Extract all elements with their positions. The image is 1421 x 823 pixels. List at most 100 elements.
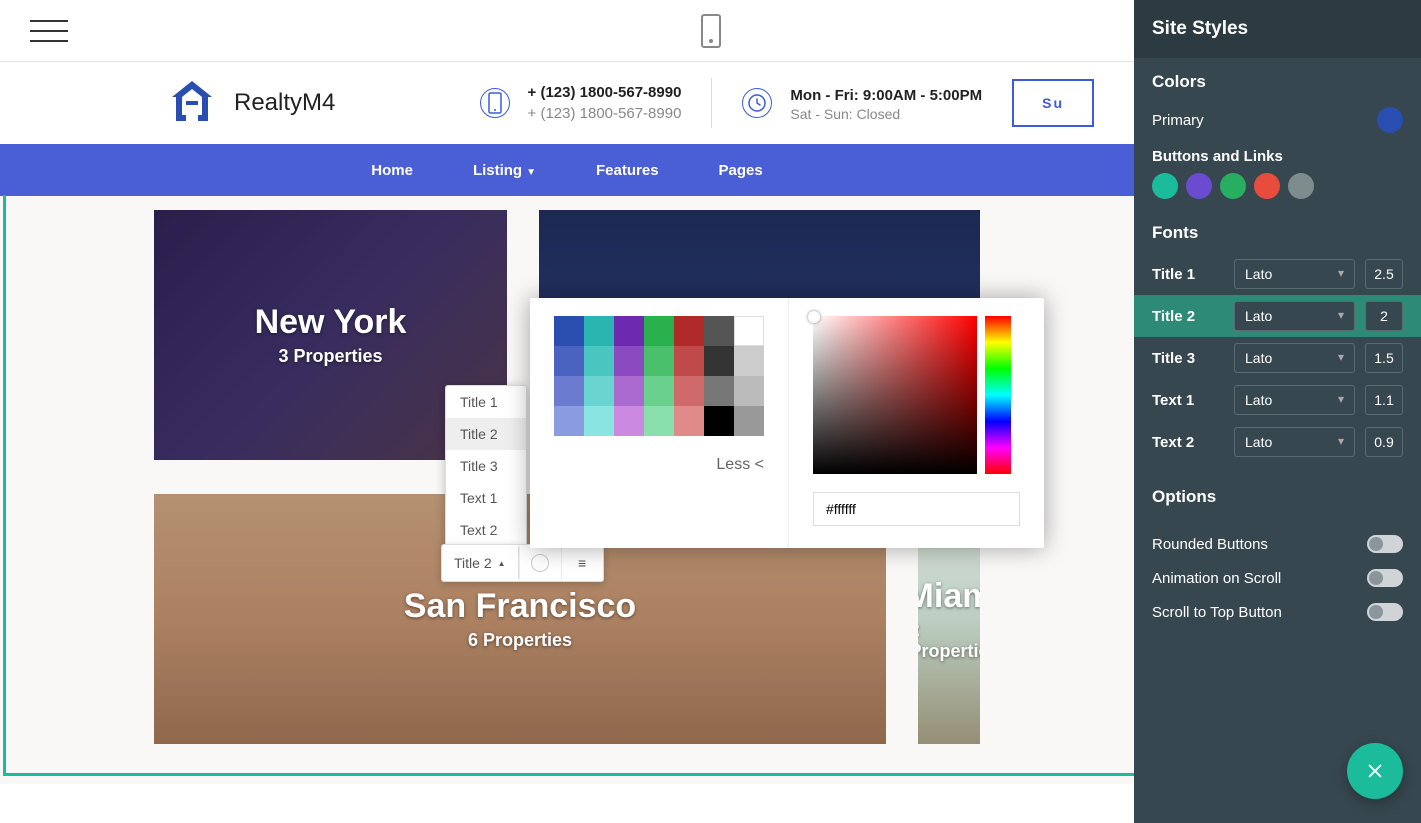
swatch[interactable] xyxy=(704,346,734,376)
opt-label: Scroll to Top Button xyxy=(1152,604,1282,621)
swatch[interactable] xyxy=(734,316,764,346)
phone-block: + (123) 1800-567-8990 + (123) 1800-567-8… xyxy=(480,82,682,124)
swatch[interactable] xyxy=(584,316,614,346)
hamburger-icon[interactable] xyxy=(30,20,68,42)
swatch[interactable] xyxy=(554,376,584,406)
navbar: Home Listing ▼ Features Pages xyxy=(0,144,1134,196)
button-color-chip[interactable] xyxy=(1288,173,1314,199)
font-row: Title 1 Lato 2.5 xyxy=(1134,253,1421,295)
nav-listing[interactable]: Listing ▼ xyxy=(473,162,536,179)
swatch[interactable] xyxy=(584,406,614,436)
fonts-heading: Fonts xyxy=(1134,223,1421,243)
toggle-animation-scroll[interactable] xyxy=(1367,569,1403,587)
swatch[interactable] xyxy=(644,346,674,376)
button-color-chip[interactable] xyxy=(1186,173,1212,199)
color-swatch-button[interactable] xyxy=(519,545,561,581)
swatch[interactable] xyxy=(734,376,764,406)
options-heading: Options xyxy=(1152,487,1403,507)
saturation-value-area[interactable] xyxy=(813,316,977,474)
swatch[interactable] xyxy=(674,406,704,436)
nav-home[interactable]: Home xyxy=(371,162,413,179)
font-select[interactable]: Lato xyxy=(1234,301,1355,331)
button-color-chip[interactable] xyxy=(1254,173,1280,199)
swatch[interactable] xyxy=(644,406,674,436)
color-picker-popover: Less < xyxy=(530,298,1044,548)
hex-input[interactable] xyxy=(813,492,1020,526)
close-icon xyxy=(1364,760,1386,782)
swatch[interactable] xyxy=(584,346,614,376)
card-title: New York xyxy=(255,303,407,342)
font-select[interactable]: Lato xyxy=(1234,343,1355,373)
logo-icon xyxy=(168,77,216,130)
font-select[interactable]: Lato xyxy=(1234,259,1355,289)
swatch[interactable] xyxy=(704,376,734,406)
font-label: Title 1 xyxy=(1152,266,1224,283)
site-header: RealtyM4 + (123) 1800-567-8990 + (123) 1… xyxy=(0,62,1134,144)
button-color-chip[interactable] xyxy=(1152,173,1178,199)
color-circle-icon xyxy=(531,554,549,572)
chevron-up-icon: ▲ xyxy=(498,559,506,568)
font-label: Title 2 xyxy=(1152,308,1224,325)
style-selector[interactable]: Title 2 ▲ xyxy=(442,547,519,579)
text-style-menu: Title 1 Title 2 Title 3 Text 1 Text 2 xyxy=(445,385,527,547)
nav-features[interactable]: Features xyxy=(596,162,659,179)
menu-title3[interactable]: Title 3 xyxy=(446,450,526,482)
menu-text1[interactable]: Text 1 xyxy=(446,482,526,514)
subscribe-button[interactable]: Su xyxy=(1012,79,1094,127)
mobile-device-icon[interactable] xyxy=(701,14,721,48)
nav-listing-label: Listing xyxy=(473,162,522,179)
chevron-down-icon: ▼ xyxy=(526,167,536,178)
primary-color-chip[interactable] xyxy=(1377,107,1403,133)
align-center-icon: ≡ xyxy=(578,555,586,571)
swatch[interactable] xyxy=(614,346,644,376)
swatch[interactable] xyxy=(674,376,704,406)
swatch[interactable] xyxy=(554,316,584,346)
close-button[interactable] xyxy=(1347,743,1403,799)
sv-handle[interactable] xyxy=(808,311,820,323)
swatch[interactable] xyxy=(584,376,614,406)
card-title: San Francisco xyxy=(404,587,636,626)
opt-label: Animation on Scroll xyxy=(1152,570,1281,587)
font-size-input[interactable]: 2 xyxy=(1365,301,1403,331)
nav-pages[interactable]: Pages xyxy=(719,162,763,179)
swatch[interactable] xyxy=(554,406,584,436)
phone2: + (123) 1800-567-8990 xyxy=(528,103,682,124)
font-select[interactable]: Lato xyxy=(1234,385,1355,415)
swatch[interactable] xyxy=(734,406,764,436)
less-toggle[interactable]: Less < xyxy=(554,456,764,474)
swatch[interactable] xyxy=(644,376,674,406)
menu-title1[interactable]: Title 1 xyxy=(446,386,526,418)
swatch[interactable] xyxy=(614,376,644,406)
divider xyxy=(711,78,712,128)
buttons-links-label: Buttons and Links xyxy=(1152,148,1403,165)
sidebar-title: Site Styles xyxy=(1134,0,1421,58)
font-size-input[interactable]: 2.5 xyxy=(1365,259,1403,289)
button-color-chip[interactable] xyxy=(1220,173,1246,199)
align-button[interactable]: ≡ xyxy=(561,545,603,581)
menu-text2[interactable]: Text 2 xyxy=(446,514,526,546)
swatch[interactable] xyxy=(704,316,734,346)
primary-color-row: Primary xyxy=(1152,102,1403,138)
swatch[interactable] xyxy=(614,406,644,436)
font-select[interactable]: Lato xyxy=(1234,427,1355,457)
style-selector-label: Title 2 xyxy=(454,555,492,571)
toggle-rounded-buttons[interactable] xyxy=(1367,535,1403,553)
swatch[interactable] xyxy=(614,316,644,346)
logo[interactable]: RealtyM4 xyxy=(168,77,335,130)
swatch[interactable] xyxy=(644,316,674,346)
scroll-top-row: Scroll to Top Button xyxy=(1134,595,1421,629)
menu-title2[interactable]: Title 2 xyxy=(446,418,526,450)
swatch[interactable] xyxy=(674,346,704,376)
swatch[interactable] xyxy=(704,406,734,436)
swatch[interactable] xyxy=(734,346,764,376)
colors-heading: Colors xyxy=(1152,72,1403,92)
font-size-input[interactable]: 1.5 xyxy=(1365,343,1403,373)
font-size-input[interactable]: 0.9 xyxy=(1365,427,1403,457)
card-title: Miam xyxy=(918,577,980,616)
swatch[interactable] xyxy=(674,316,704,346)
hue-slider[interactable] xyxy=(985,316,1011,474)
font-size-input[interactable]: 1.1 xyxy=(1365,385,1403,415)
swatch[interactable] xyxy=(554,346,584,376)
toggle-scroll-top[interactable] xyxy=(1367,603,1403,621)
brand-name: RealtyM4 xyxy=(234,89,335,117)
